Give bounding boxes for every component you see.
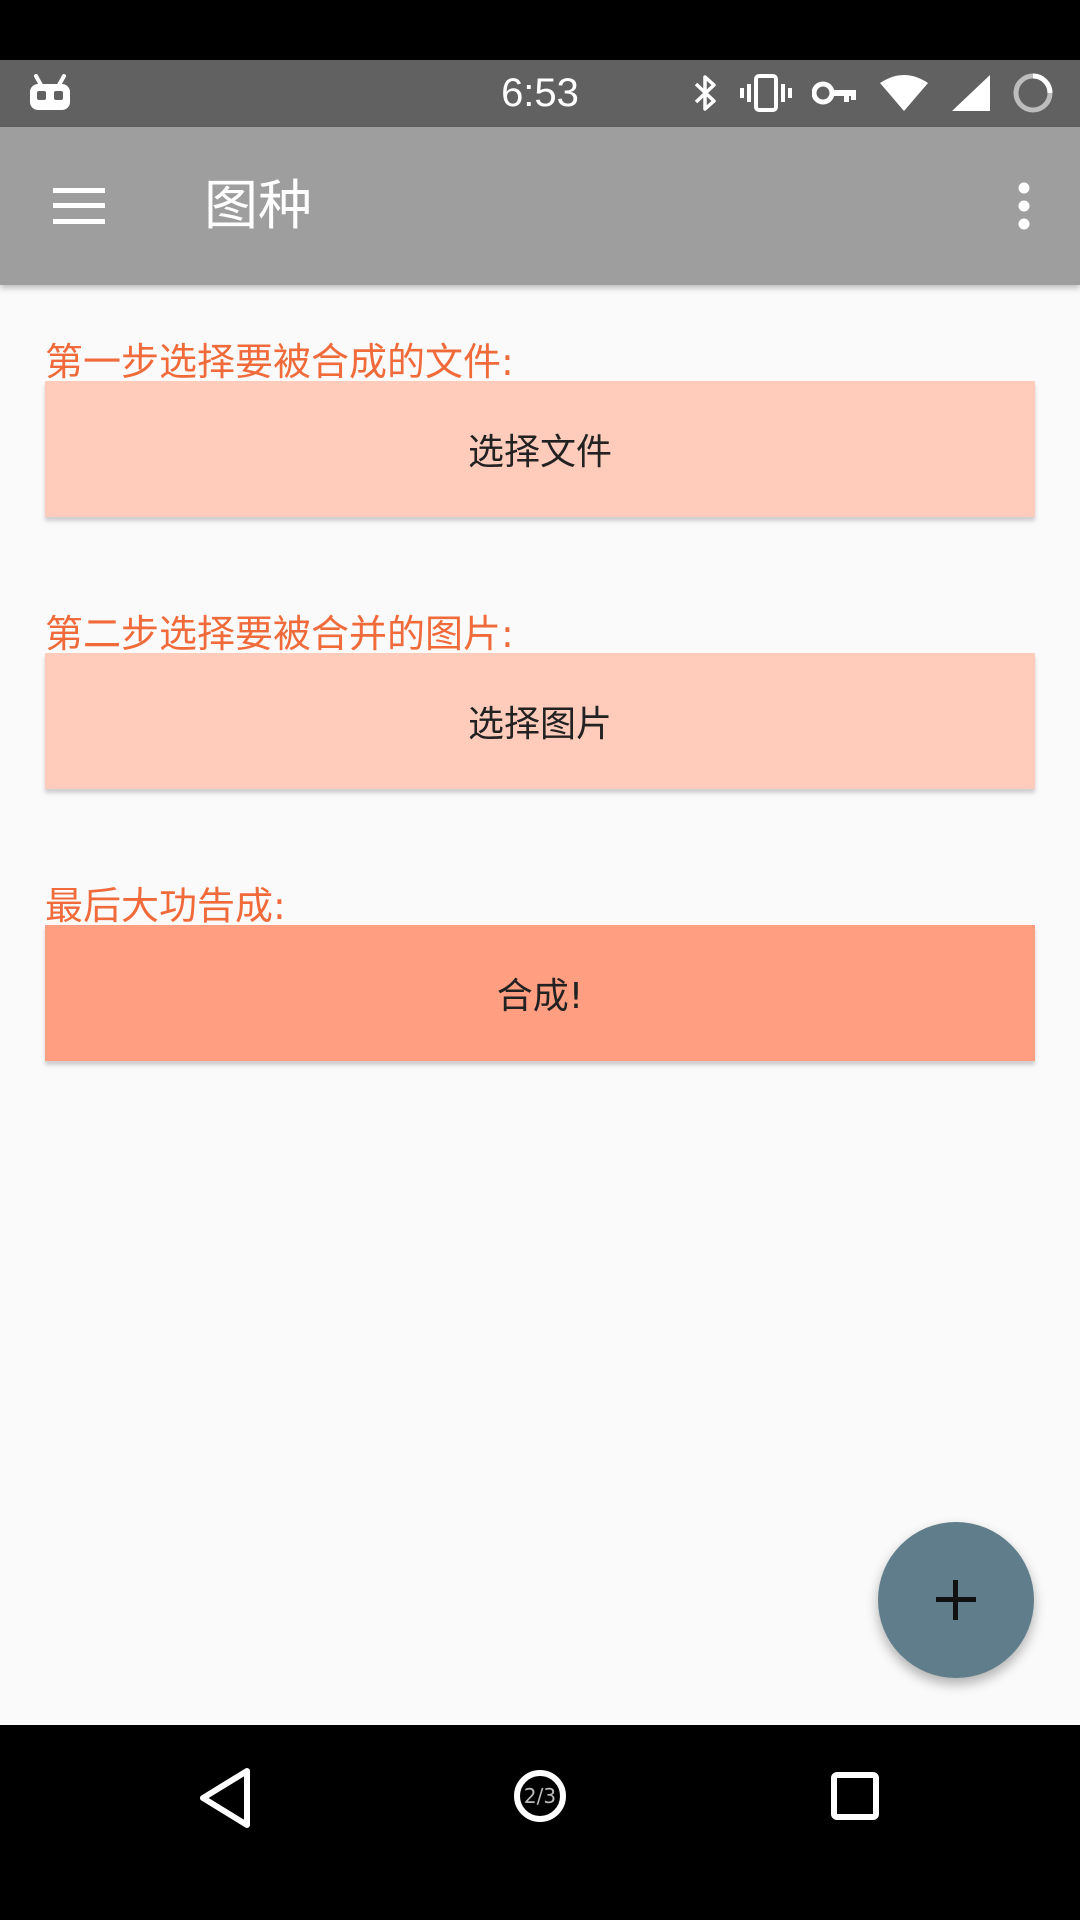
overflow-menu-button[interactable] xyxy=(994,171,1054,241)
top-black-strip xyxy=(0,0,1080,60)
select-image-button[interactable]: 选择图片 xyxy=(45,653,1035,789)
add-fab-button[interactable] xyxy=(878,1522,1034,1678)
status-icons xyxy=(692,70,1054,116)
status-bar: 6:53 xyxy=(0,60,1080,127)
back-triangle-icon[interactable] xyxy=(195,1765,255,1831)
plus-icon xyxy=(936,1580,976,1620)
menu-button[interactable] xyxy=(34,171,124,241)
app-bar: 图种 xyxy=(0,127,1080,285)
vibrate-icon xyxy=(740,74,792,112)
more-vert-icon xyxy=(1018,182,1030,230)
select-file-button[interactable]: 选择文件 xyxy=(45,381,1035,517)
recent-apps-square-icon[interactable] xyxy=(830,1771,880,1821)
app-title: 图种 xyxy=(204,174,312,237)
home-button[interactable]: 2/3 xyxy=(510,1766,570,1826)
combine-button[interactable]: 合成! xyxy=(45,925,1035,1061)
nav-bar: 2/3 xyxy=(0,1725,1080,1920)
step1-label: 第一步选择要被合成的文件: xyxy=(45,340,514,384)
home-page-indicator: 2/3 xyxy=(523,1784,557,1808)
step2-label: 第二步选择要被合并的图片: xyxy=(45,612,514,656)
cell-signal-icon xyxy=(952,75,990,111)
hamburger-menu-icon xyxy=(53,188,105,224)
step3-label: 最后大功告成: xyxy=(45,884,286,928)
battery-icon xyxy=(1013,73,1053,113)
bluetooth-icon xyxy=(694,75,716,111)
vpn-key-icon xyxy=(812,81,856,105)
wifi-icon xyxy=(880,75,928,111)
